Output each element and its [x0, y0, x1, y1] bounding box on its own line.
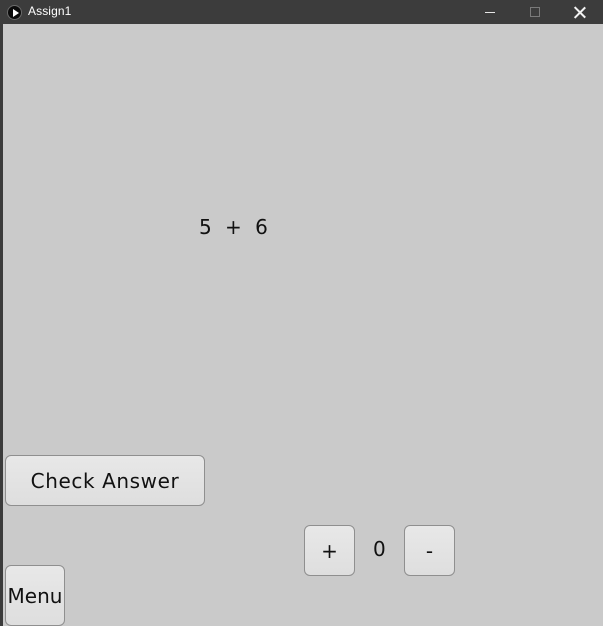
window-title: Assign1 [28, 4, 72, 18]
increment-button[interactable]: + [304, 525, 355, 576]
menu-button[interactable]: Menu [5, 565, 65, 626]
minimize-icon [485, 11, 495, 13]
check-answer-button[interactable]: Check Answer [5, 455, 205, 506]
maximize-button[interactable] [512, 0, 558, 24]
play-icon [7, 5, 22, 20]
decrement-button[interactable]: - [404, 525, 455, 576]
close-icon [574, 6, 586, 18]
close-button[interactable] [557, 0, 603, 24]
main-content: 5 + 6 Check Answer + 0 - Menu [3, 24, 603, 626]
maximize-icon [530, 7, 540, 17]
title-bar[interactable]: Assign1 [0, 0, 603, 24]
app-window: Assign1 5 + 6 Check Answer + 0 - Menu [0, 0, 603, 626]
answer-value: 0 [373, 537, 386, 561]
math-problem: 5 + 6 [199, 215, 269, 239]
minimize-button[interactable] [467, 0, 513, 24]
